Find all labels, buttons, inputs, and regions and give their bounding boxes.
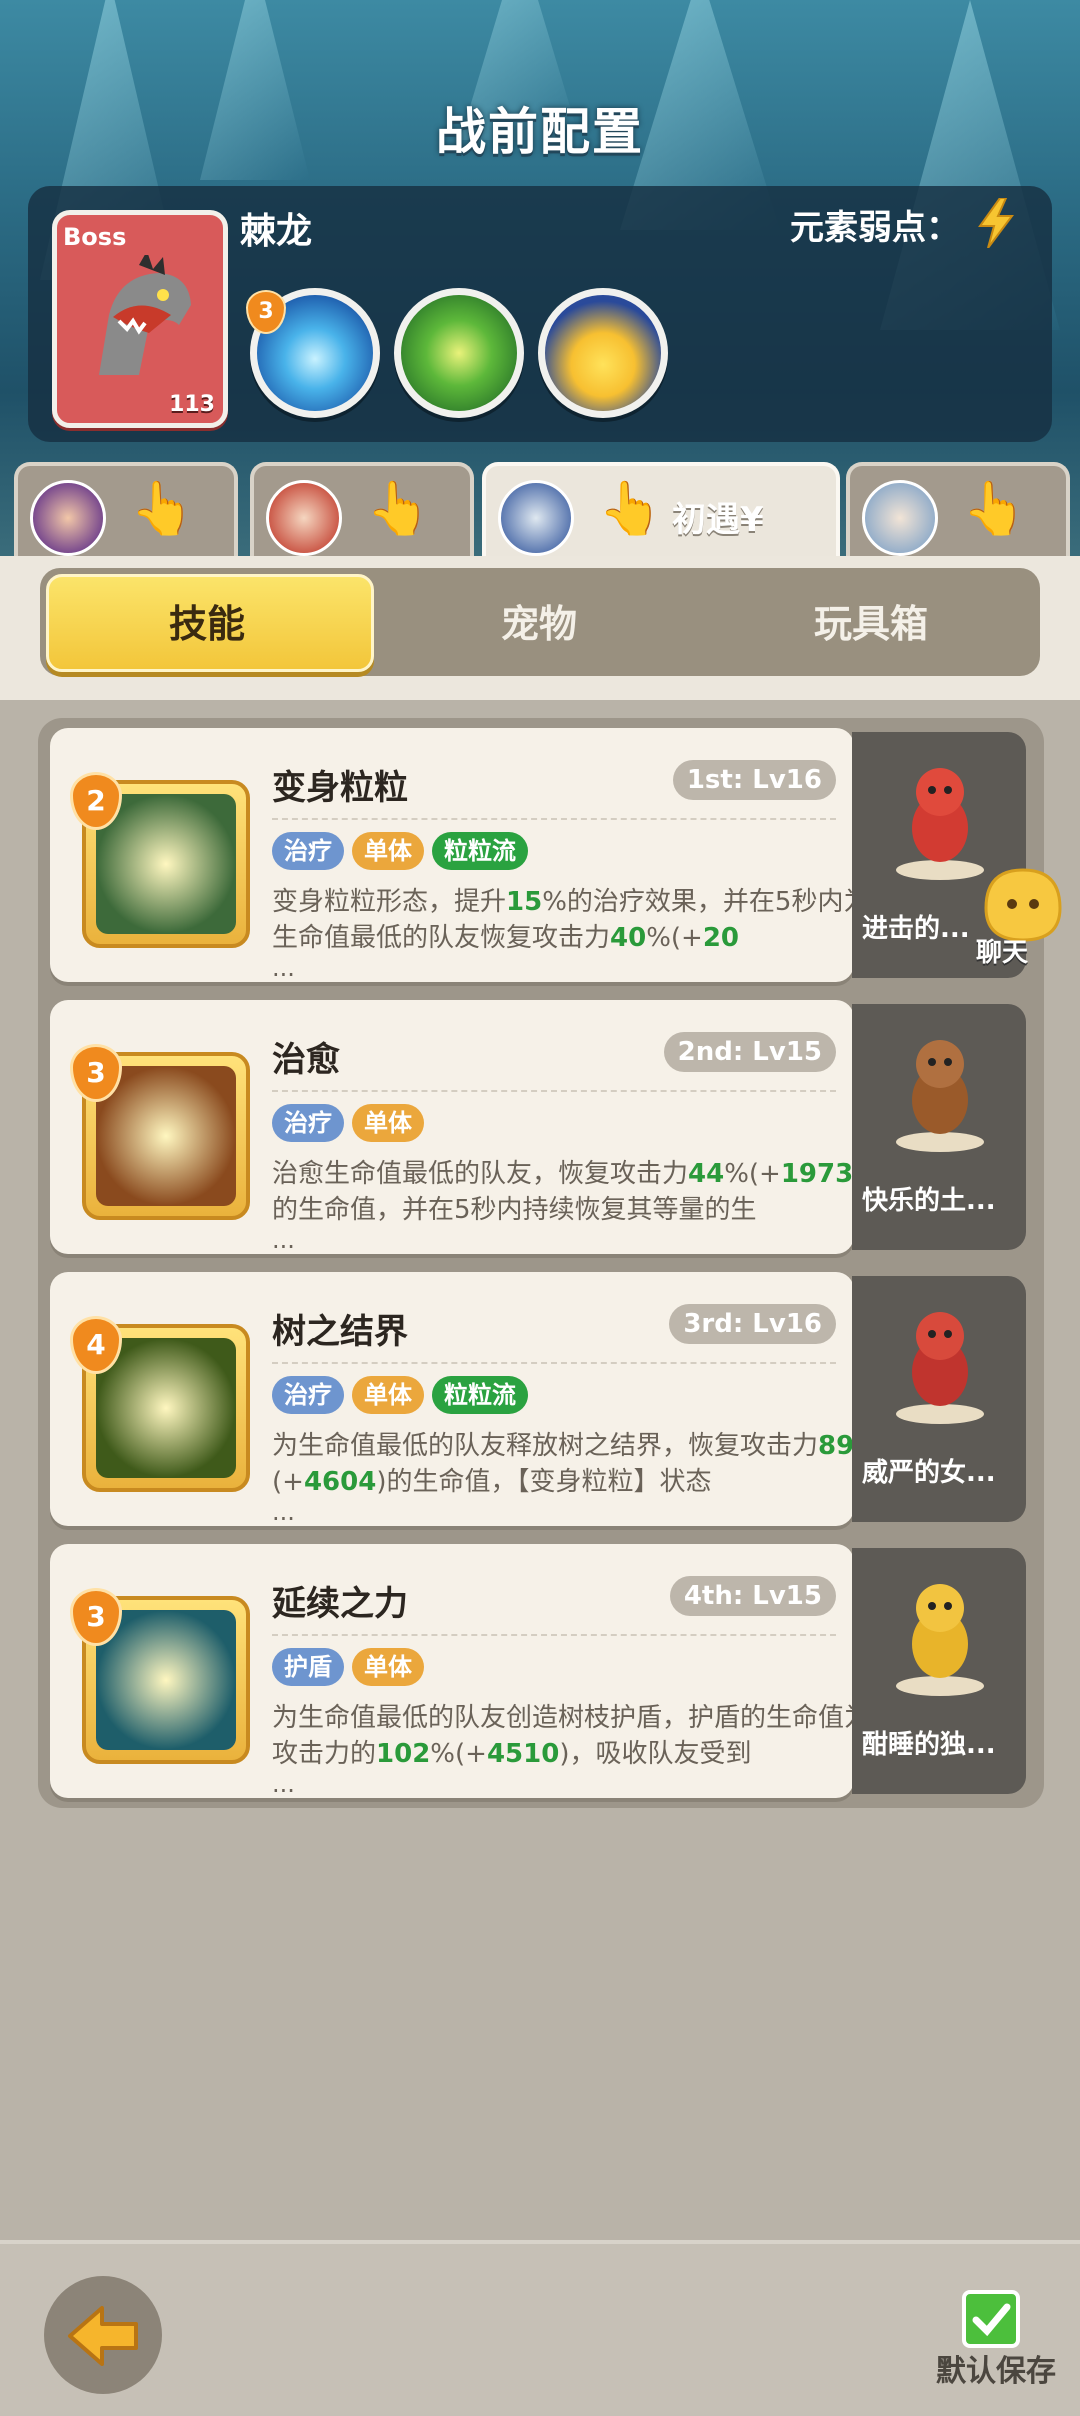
skill-tags: 治疗 单体 粒粒流 [272, 1376, 528, 1414]
skill-card[interactable]: 3 延续之力 4th: Lv15 护盾 单体 为生命值最低的队友创造树枝护盾，护盾… [50, 1544, 870, 1798]
skill-tags: 护盾 单体 [272, 1648, 424, 1686]
pet-figure-icon [896, 1040, 984, 1152]
skill-description-ellipsis: ... [272, 954, 295, 982]
pet-name: 酣睡的独... [862, 1730, 996, 1760]
skill-name: 变身粒粒 [272, 768, 408, 808]
skill-desc-part: %(+ [724, 1159, 781, 1189]
skill-rank-badge: 2nd: Lv15 [663, 1032, 836, 1072]
skill-description: 变身粒粒形态，提升15%的治疗效果，并在5秒内为生命值最低的队友恢复攻击力40%… [272, 884, 884, 956]
skill-desc-part: 为生命值最低的队友释放树之结界，恢复攻击力 [272, 1431, 819, 1461]
divider [272, 1634, 836, 1636]
skill-name: 治愈 [272, 1040, 340, 1080]
pet-card[interactable]: 威严的女... [852, 1276, 1026, 1522]
skill-desc-part: 治愈生命值最低的队友，恢复攻击力 [272, 1159, 689, 1189]
pet-figure-icon [896, 1584, 984, 1696]
skill-description: 治愈生命值最低的队友，恢复攻击力44%(+1973)的生命值，并在5秒内持续恢复… [272, 1156, 884, 1228]
divider [272, 1362, 836, 1364]
skill-rank-badge: 1st: Lv16 [672, 760, 836, 800]
pet-card[interactable]: 快乐的土... [852, 1004, 1026, 1250]
skill-desc-part: %(+ [646, 923, 703, 953]
skill-desc-part: 40 [610, 923, 647, 953]
boss-name: 棘龙 [240, 211, 313, 252]
tab-skills[interactable]: 技能 [46, 572, 368, 668]
skill-tag: 粒粒流 [432, 832, 528, 870]
skill-desc-part: 44 [688, 1159, 725, 1189]
pet-name: 威严的女... [862, 1458, 996, 1488]
skill-tag: 单体 [352, 1376, 424, 1414]
bottom-bar [0, 2240, 1080, 2416]
boss-tag: Boss [63, 223, 127, 251]
skill-name: 延续之力 [272, 1584, 408, 1624]
skill-desc-part: 4604 [303, 1467, 377, 1497]
divider [272, 818, 836, 820]
skill-tag: 护盾 [272, 1648, 344, 1686]
page-title: 战前配置 [436, 103, 644, 161]
skill-desc-part: 1973 [780, 1159, 854, 1189]
skill-description: 为生命值最低的队友创造树枝护盾，护盾的生命值为攻击力的102%(+4510)，吸… [272, 1700, 884, 1772]
skill-card[interactable]: 2 变身粒粒 1st: Lv16 治疗 单体 粒粒流 变身粒粒形态，提升15%的治疗… [50, 728, 869, 982]
skill-tag: 粒粒流 [432, 1376, 528, 1414]
skill-description-ellipsis: ... [272, 1226, 295, 1254]
hero-avatar-2-icon [266, 480, 342, 556]
team-tab-4[interactable]: 👆 [846, 462, 1070, 562]
skill-rank-badge: 4th: Lv15 [669, 1576, 836, 1616]
lightning-icon [978, 198, 1014, 248]
hero-avatar-4-icon [862, 480, 938, 556]
skill-desc-part: 4510 [486, 1739, 560, 1769]
skill-tag: 单体 [352, 832, 424, 870]
skill-tag: 治疗 [272, 832, 344, 870]
boss-level: 113 [169, 392, 215, 417]
skill-description-ellipsis: ... [272, 1770, 295, 1798]
skill-desc-part: )，吸收队友受到 [559, 1739, 752, 1769]
pet-figure-icon [896, 1312, 984, 1424]
skill-tag: 单体 [352, 1648, 424, 1686]
skill-description-ellipsis: ... [272, 1498, 295, 1526]
skill-description: 为生命值最低的队友释放树之结界，恢复攻击力89%(+4604)的生命值，【变身粒… [272, 1428, 884, 1500]
skill-tag: 治疗 [272, 1104, 344, 1142]
back-button[interactable] [44, 2276, 162, 2394]
divider [272, 1090, 836, 1092]
tab-pets[interactable]: 宠物 [376, 572, 702, 668]
pet-name: 快乐的土... [862, 1186, 996, 1216]
default-save-label: 默认保存 [936, 2354, 1056, 2389]
tap-hand-icon: 👆 [130, 479, 195, 539]
element-weakness-label: 元素弱点： [790, 208, 960, 248]
skill-tag: 治疗 [272, 1376, 344, 1414]
skill-desc-part: 变身粒粒形态，提升 [272, 887, 507, 917]
skill-name: 树之结界 [272, 1312, 408, 1352]
boss-skill-yellow-creature-icon[interactable] [538, 288, 668, 418]
boss-portrait[interactable]: Boss 113 [52, 210, 228, 428]
team-tab-2[interactable]: 👆 [250, 462, 474, 562]
tab-toybox[interactable]: 玩具箱 [706, 572, 1036, 668]
tap-hand-icon: 👆 [366, 479, 431, 539]
back-arrow-icon [68, 2306, 138, 2366]
skill-desc-part: )的生命值，【变身粒粒】状态 [376, 1467, 712, 1497]
pet-figure-icon [896, 768, 984, 880]
skill-rank-badge: 3rd: Lv16 [669, 1304, 836, 1344]
hero-avatar-1-icon [30, 480, 106, 556]
chat-label: 聊天 [976, 938, 1029, 968]
skill-tag: 单体 [352, 1104, 424, 1142]
tap-hand-icon: 👆 [962, 479, 1027, 539]
skill-tags: 治疗 单体 [272, 1104, 424, 1142]
boss-skill-green-scroll-icon[interactable] [394, 288, 524, 418]
checkmark-icon [972, 2303, 1011, 2337]
skill-desc-part: 15 [506, 887, 543, 917]
skill-tags: 治疗 单体 粒粒流 [272, 832, 528, 870]
hero-avatar-3-icon [498, 480, 574, 556]
team-tab-1[interactable]: 👆 [14, 462, 238, 562]
tap-hand-icon: 👆 [598, 479, 663, 539]
skill-card[interactable]: 4 树之结界 3rd: Lv16 治疗 单体 粒粒流 为生命值最低的队友释放树之结界… [50, 1272, 879, 1526]
dinosaur-icon [99, 255, 191, 375]
team-tab-label: 初遇¥ [672, 500, 764, 540]
default-save-checkbox[interactable] [962, 2290, 1020, 2348]
skill-desc-part: 89 [818, 1431, 855, 1461]
team-tab-3[interactable]: 👆 初遇¥ [482, 462, 840, 562]
pet-card[interactable]: 酣睡的独... [852, 1548, 1026, 1794]
skill-card[interactable]: 3 治愈 2nd: Lv15 治疗 单体 治愈生命值最低的队友，恢复攻击力44%(… [50, 1000, 863, 1254]
chat-button[interactable]: 聊天 [966, 866, 1076, 968]
skill-desc-part: 20 [702, 923, 740, 953]
skill-desc-part: %(+ [430, 1739, 487, 1769]
skill-desc-part: 102 [376, 1739, 431, 1769]
